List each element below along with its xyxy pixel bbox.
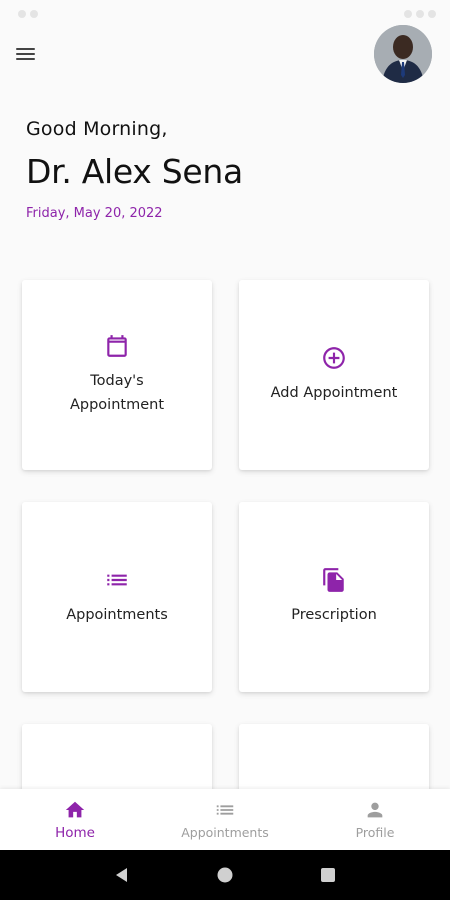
avatar-image: [374, 25, 432, 83]
status-left: [14, 3, 38, 22]
home-icon: [65, 801, 85, 817]
avatar[interactable]: [374, 25, 432, 83]
bottom-nav: Home Appointments Profile: [0, 789, 450, 850]
nav-label: Appointments: [181, 825, 269, 840]
calendar-icon: [107, 335, 127, 357]
nav-label: Home: [55, 824, 95, 841]
date-label: Friday, May 20, 2022: [26, 206, 163, 221]
system-nav-bar: [0, 850, 450, 900]
hamburger-line: [16, 53, 35, 55]
doctor-name: Dr. Alex Sena: [26, 152, 243, 191]
status-bar: [0, 0, 450, 24]
list-icon: [107, 574, 127, 586]
nav-profile[interactable]: Profile: [300, 789, 450, 850]
nav-home[interactable]: Home: [0, 789, 150, 850]
add-appointment-card[interactable]: Add Appointment: [239, 280, 429, 470]
recents-icon[interactable]: [319, 866, 337, 884]
todays-appointment-card[interactable]: Today's Appointment: [22, 280, 212, 470]
add-circle-icon: [323, 347, 345, 369]
partial-card[interactable]: [22, 724, 212, 794]
nav-appointments[interactable]: Appointments: [150, 789, 300, 850]
appointments-card[interactable]: Appointments: [22, 502, 212, 692]
person-icon: [367, 802, 383, 818]
prescription-card[interactable]: Prescription: [239, 502, 429, 692]
back-icon[interactable]: [113, 866, 131, 884]
card-label: Add Appointment: [270, 385, 398, 401]
hamburger-icon: [16, 48, 35, 50]
greeting: Good Morning,: [26, 118, 168, 140]
card-label: Appointments: [66, 607, 168, 623]
partial-card[interactable]: [239, 724, 429, 794]
home-circle-icon[interactable]: [216, 866, 234, 884]
status-right: [400, 3, 436, 22]
card-label: Prescription: [291, 607, 377, 623]
menu-button[interactable]: [16, 40, 44, 68]
hamburger-line: [16, 58, 35, 60]
list-icon: [216, 805, 234, 815]
file-copy-icon: [323, 568, 344, 592]
card-label: Today's Appointment: [69, 373, 165, 413]
nav-label: Profile: [355, 825, 395, 840]
